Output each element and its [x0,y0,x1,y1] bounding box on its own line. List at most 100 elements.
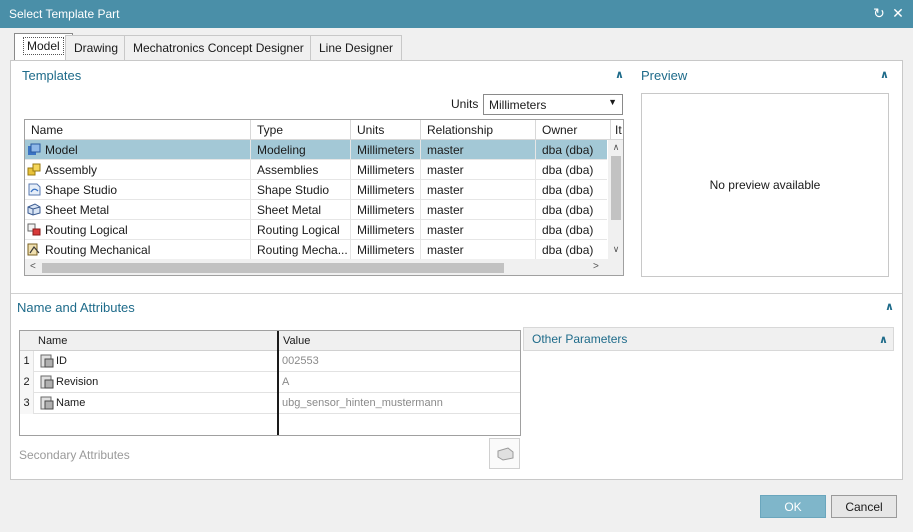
row-number: 1 [20,351,34,372]
tab-line-designer-label: Line Designer [319,41,394,55]
col-header-owner[interactable]: Owner [536,120,611,140]
units-select[interactable]: Millimeters ▼ [483,94,623,115]
secondary-attributes-button[interactable] [489,438,520,469]
col-header-type[interactable]: Type [251,120,351,140]
row-type: Shape Studio [251,180,351,200]
row-relationship: master [421,140,536,160]
horizontal-scroll-thumb[interactable] [42,263,504,273]
col-header-attr-name[interactable]: Name [34,331,276,351]
row-units: Millimeters [351,220,421,240]
row-relationship: master [421,160,536,180]
table-row[interactable]: Model Modeling Millimeters master dba (d… [25,140,607,160]
row-owner: dba (dba) [542,203,594,217]
shape-studio-icon [28,183,41,196]
attribute-icon [40,354,54,368]
chevron-left-icon[interactable]: < [30,261,36,272]
row-name: Sheet Metal [25,200,251,220]
attribute-name-text: Revision [56,376,99,388]
row-owner: dba (dba) [542,163,594,177]
col-header-relationship[interactable]: Relationship [421,120,536,140]
attributes-table-header: Name Value [20,331,520,351]
attributes-collapse-icon[interactable]: ∧ [885,300,894,313]
row-number: 2 [20,372,34,393]
row-owner: dba (dba) [542,143,594,157]
horizontal-scrollbar[interactable]: < > [25,259,623,275]
other-parameters-header[interactable]: Other Parameters ∧ [523,327,894,351]
row-name: Model [25,140,251,160]
row-name-text: Model [45,143,78,157]
attributes-table: Name Value 1 ID 002553 2 Revision A 3 Na… [19,330,521,436]
table-row[interactable]: Sheet Metal Sheet Metal Millimeters mast… [25,200,607,220]
templates-table-header: Name Type Units Relationship Owner It [25,120,623,140]
attribute-icon [40,396,54,410]
row-name-text: Assembly [45,163,98,177]
row-name: Routing Logical [25,220,251,240]
chevron-up-icon[interactable]: ∧ [608,142,623,153]
secondary-attributes-label: Secondary Attributes [19,448,130,462]
col-header-attr-value[interactable]: Value [279,331,519,351]
vertical-scroll-thumb[interactable] [611,156,621,220]
col-header-name[interactable]: Name [25,120,251,140]
preview-collapse-icon[interactable]: ∧ [880,68,889,81]
row-name: Shape Studio [25,180,251,200]
table-row[interactable]: Assembly Assemblies Millimeters master d… [25,160,607,180]
row-owner: dba (dba) [542,243,594,257]
chevron-right-icon[interactable]: > [593,261,599,272]
attributes-title: Name and Attributes [17,300,135,315]
table-row[interactable]: Routing Logical Routing Logical Millimet… [25,220,607,240]
close-icon[interactable]: ✕ [890,5,906,21]
chevron-down-icon: ▼ [608,97,617,107]
attribute-row-id[interactable]: 1 ID 002553 [20,351,520,372]
other-parameters-collapse-icon[interactable]: ∧ [879,333,888,346]
tab-model[interactable]: Model [14,33,73,61]
attribute-row-name[interactable]: 3 Name ubg_sensor_hinten_mustermann [20,393,520,414]
row-units: Millimeters [351,200,421,220]
row-type: Modeling [251,140,351,160]
col-header-units[interactable]: Units [351,120,421,140]
row-name: Assembly [25,160,251,180]
attribute-icon [40,375,54,389]
row-units: Millimeters [351,160,421,180]
tab-drawing-label: Drawing [74,41,119,55]
col-header-it[interactable]: It [611,120,623,140]
row-type: Routing Logical [251,220,351,240]
templates-title: Templates [22,68,82,83]
secondary-attributes-icon [497,447,514,461]
units-label: Units [451,97,479,111]
table-row[interactable]: Routing Mechanical Routing Mecha... Mill… [25,240,607,260]
units-select-value: Millimeters [489,98,547,112]
tab-drawing[interactable]: Drawing [65,35,128,61]
row-owner: dba (dba) [542,223,594,237]
row-relationship: master [421,220,536,240]
attribute-name-text: ID [56,355,67,367]
table-row[interactable]: Shape Studio Shape Studio Millimeters ma… [25,180,607,200]
row-type: Sheet Metal [251,200,351,220]
row-name: Routing Mechanical [25,240,251,260]
preview-pane: No preview available [641,93,889,277]
routing-logical-icon [27,223,41,236]
row-number: 3 [20,393,34,414]
attribute-value: 002553 [282,355,319,367]
tab-line-designer[interactable]: Line Designer [310,35,403,61]
vertical-scrollbar[interactable]: ∧ ∨ [608,140,623,259]
column-splitter[interactable] [277,331,279,435]
templates-collapse-icon[interactable]: ∧ [615,68,624,81]
ok-button[interactable]: OK [760,495,826,518]
attribute-name: ID [38,351,67,372]
attribute-value: ubg_sensor_hinten_mustermann [282,397,443,409]
cancel-button[interactable]: Cancel [831,495,897,518]
attribute-name: Revision [38,372,98,393]
attribute-row-revision[interactable]: 2 Revision A [20,372,520,393]
tab-mechatronics[interactable]: Mechatronics Concept Designer [124,35,313,61]
window-title: Select Template Part [9,7,120,21]
model-icon [28,143,41,155]
chevron-down-icon[interactable]: ∨ [608,244,623,255]
reset-icon[interactable]: ↻ [871,5,887,21]
preview-title: Preview [641,68,688,83]
row-owner: dba (dba) [542,183,594,197]
assembly-icon [27,163,41,176]
row-units: Millimeters [351,180,421,200]
row-type: Routing Mecha... [251,240,351,260]
attribute-value: A [282,376,290,388]
row-units: Millimeters [351,240,421,260]
